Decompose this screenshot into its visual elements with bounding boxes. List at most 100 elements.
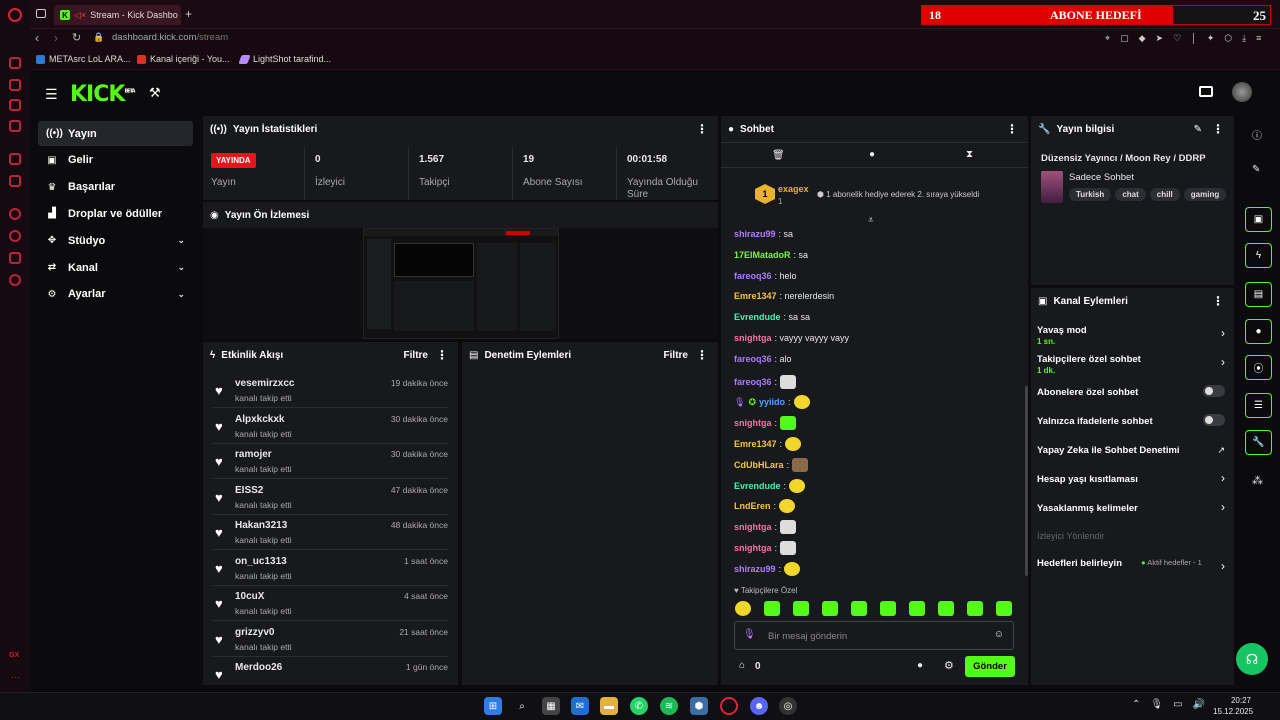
chat-message[interactable]: fareoq36: helo	[734, 271, 797, 281]
bookmark-1[interactable]: METAsrc LoL ARA...	[36, 54, 131, 64]
sidebar-player-icon[interactable]	[9, 208, 21, 220]
trash-icon[interactable]: 🗑	[772, 150, 785, 161]
activity-item[interactable]: ♥ Alpxkckxk kanalı takip etti 30 dakika önc…	[213, 410, 448, 444]
channel-actions-menu-icon[interactable]: ⋮	[1212, 294, 1224, 308]
ticket-icon[interactable]	[1199, 86, 1213, 97]
avatar[interactable]	[1232, 82, 1252, 102]
chat-username[interactable]: fareoq36	[734, 354, 772, 364]
extensions-icon[interactable]: ✦	[1207, 33, 1215, 44]
emote-icon[interactable]	[822, 601, 838, 616]
chat-message[interactable]: snightga:	[734, 416, 797, 431]
download-icon[interactable]: ⤓	[1242, 33, 1246, 44]
network-icon[interactable]: ▭	[1173, 699, 1182, 710]
emote-icon[interactable]	[793, 601, 809, 616]
rail-lightning-button[interactable]: ϟ	[1245, 243, 1272, 268]
emote-icon[interactable]	[851, 601, 867, 616]
chat-username[interactable]: snightga	[734, 418, 772, 428]
shield-icon[interactable]: ◆	[1139, 33, 1146, 44]
search-icon[interactable]: ⌕	[513, 697, 531, 715]
pin-icon[interactable]: ⌖	[1105, 33, 1110, 44]
emote-icon[interactable]	[793, 395, 810, 410]
emote-icon[interactable]	[785, 437, 802, 451]
activity-item[interactable]: ♥ Merdoo26 1 gün önce	[213, 658, 448, 692]
chat-username[interactable]: shirazu99	[734, 229, 776, 239]
whatsapp-icon[interactable]: ✆	[630, 697, 648, 715]
chat-message[interactable]: LndEren:	[734, 499, 796, 514]
reload-icon[interactable]: ↻	[72, 31, 81, 44]
tag-pill[interactable]: Turkish	[1069, 188, 1112, 201]
chat-message[interactable]: Evrendude: sa sa	[734, 312, 810, 322]
chat-username[interactable]: Evrendude	[734, 312, 781, 322]
activity-item[interactable]: ♥ on_uc1313 kanalı takip etti 1 saat önce	[213, 552, 448, 586]
emote-icon[interactable]	[764, 601, 780, 616]
bookmark-2[interactable]: Kanal içeriği - You...	[137, 54, 230, 64]
gx-icon[interactable]: GX	[9, 652, 19, 659]
sidebar-youtube-icon[interactable]	[9, 120, 21, 132]
support-button[interactable]: ☊	[1236, 643, 1268, 675]
hourglass-icon[interactable]: ⧗	[966, 149, 973, 160]
info-icon[interactable]: ⓘ	[1252, 127, 1262, 142]
chat-message[interactable]: fareoq36: alo	[734, 354, 792, 364]
stream-info-menu-icon[interactable]: ⋮	[1212, 122, 1224, 136]
toggle-switch[interactable]	[1203, 414, 1225, 426]
chat-message[interactable]: shirazu99:	[734, 561, 801, 576]
chat-username[interactable]: snightga	[734, 543, 772, 553]
activity-item[interactable]: ♥ grizzyv0 kanalı takip etti 21 saat önce	[213, 623, 448, 657]
heart-icon[interactable]: ♡	[1173, 33, 1181, 44]
activity-item[interactable]: ♥ Hakan3213 kanalı takip etti 48 dakika önc…	[213, 516, 448, 550]
emote-icon[interactable]	[780, 520, 797, 535]
activity-menu-icon[interactable]: ⋮	[436, 348, 448, 362]
sidebar-item-0[interactable]: ((•)) Yayın	[38, 121, 193, 146]
emote-icon[interactable]	[880, 601, 896, 616]
sidebar-history-icon[interactable]	[9, 230, 21, 242]
rail-wrench-button[interactable]: 🔧	[1245, 430, 1272, 455]
emote-icon[interactable]	[938, 601, 954, 616]
chat-message[interactable]: Emre1347: nerelerdesin	[734, 291, 834, 301]
send-icon[interactable]: ➤	[1156, 33, 1164, 44]
menu-icon[interactable]: ≡	[1256, 33, 1261, 44]
tag-pill[interactable]: chill	[1149, 188, 1180, 201]
activity-filter-button[interactable]: Filtre	[404, 350, 428, 361]
chat-username[interactable]: Emre1347	[734, 439, 777, 449]
chat-username[interactable]: CdUbHLara	[734, 460, 784, 470]
emoji-icon[interactable]: ☺	[994, 629, 1004, 640]
channel-action-item[interactable]: Takipçilere özel sohbet 1 dk. ›	[1037, 351, 1227, 379]
rail-document-button[interactable]: ▤	[1245, 282, 1272, 307]
emote-icon[interactable]	[780, 416, 797, 431]
hamburger-menu-icon[interactable]: ☰	[45, 86, 58, 103]
chat-message[interactable]: fareoq36:	[734, 374, 797, 389]
chat-username[interactable]: fareoq36	[734, 377, 772, 387]
chat-message[interactable]: Emre1347:	[734, 437, 802, 451]
chat-message[interactable]: snightga:	[734, 520, 797, 535]
opera-gx-icon[interactable]	[720, 697, 738, 715]
chat-username[interactable]: LndEren	[734, 501, 771, 511]
folder-icon[interactable]: ▬	[600, 697, 618, 715]
easy-setup-icon[interactable]: │	[1191, 33, 1197, 44]
volume-icon[interactable]: 🔊	[1193, 699, 1205, 710]
activity-item[interactable]: ♥ ramojer kanalı takip etti 30 dakika önce	[213, 445, 448, 479]
emote-icon[interactable]	[967, 601, 983, 616]
category-thumbnail[interactable]	[1041, 171, 1063, 203]
chat-username[interactable]: Evrendude	[734, 481, 781, 491]
points-icon[interactable]: ⌂	[739, 660, 745, 671]
stream-preview-video[interactable]	[363, 228, 559, 339]
snapshot-icon[interactable]: ▢	[1120, 33, 1129, 44]
channel-action-item[interactable]: Yasaklanmış kelimeler ›	[1037, 496, 1227, 524]
url-field[interactable]: dashboard.kick.com/stream	[112, 32, 228, 43]
chat-username[interactable]: Emre1347	[734, 291, 777, 301]
chat-message[interactable]: 🎙 ✪ yyiido:	[734, 395, 810, 410]
stats-menu-icon[interactable]: ⋮	[696, 122, 708, 136]
channel-action-item[interactable]: Yalnızca ifadelerle sohbet	[1037, 409, 1227, 437]
emote-icon[interactable]	[789, 478, 806, 493]
bookmark-3[interactable]: LightShot tarafind...	[238, 54, 331, 64]
rail-broadcast-button[interactable]: ⦿	[1245, 355, 1272, 380]
tag-pill[interactable]: chat	[1115, 188, 1146, 201]
clock[interactable]: 20:27 15.12.2025	[1213, 695, 1253, 717]
collapse-icon[interactable]: ⩡	[868, 215, 874, 226]
emote-icon[interactable]	[784, 561, 801, 576]
audio-icon[interactable]: ◁×	[74, 10, 86, 21]
chat-message[interactable]: 17ElMatadoR: sa	[734, 250, 808, 260]
emote-icon[interactable]	[780, 374, 797, 389]
chat-username[interactable]: shirazu99	[734, 564, 776, 574]
tag-pill[interactable]: gaming	[1183, 188, 1227, 201]
